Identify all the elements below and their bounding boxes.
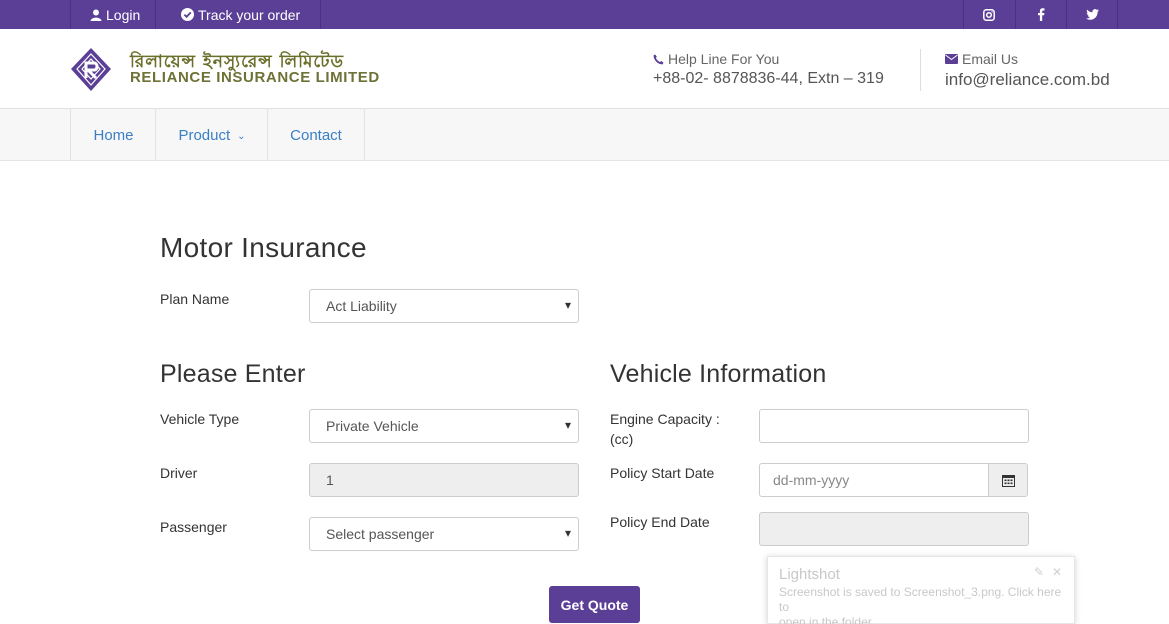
toast-message: Screenshot is saved to Screenshot_3.png.… bbox=[779, 585, 1062, 624]
nav-item-home[interactable]: Home bbox=[70, 109, 156, 161]
page-title: Motor Insurance bbox=[160, 232, 367, 263]
policy-end-date-label: Policy End Date bbox=[610, 514, 710, 530]
vehicle-information-heading: Vehicle Information bbox=[610, 360, 827, 388]
login-label: Login bbox=[106, 6, 141, 23]
passenger-label: Passenger bbox=[160, 519, 227, 535]
instagram-icon bbox=[983, 8, 995, 21]
policy-start-date-input[interactable]: dd-mm-yyyy bbox=[759, 463, 989, 497]
toast-actions: ✎ ✕ bbox=[1034, 565, 1062, 579]
facebook-icon bbox=[1038, 8, 1045, 21]
engine-capacity-label: Engine Capacity : (cc) bbox=[610, 411, 720, 447]
reliance-logo-icon[interactable] bbox=[70, 47, 112, 92]
engine-capacity-input[interactable] bbox=[759, 409, 1029, 443]
calendar-button[interactable] bbox=[988, 463, 1028, 497]
nav-item-contact[interactable]: Contact bbox=[267, 109, 365, 161]
plan-name-label: Plan Name bbox=[160, 291, 230, 307]
user-icon bbox=[90, 9, 102, 21]
header-divider bbox=[920, 49, 921, 91]
nav-item-product[interactable]: Product ⌄ bbox=[155, 109, 268, 161]
site-header: রিলায়েন্স ইনস্যুরেন্স লিমিটেড RELIANCE … bbox=[0, 29, 1169, 109]
vehicle-type-select[interactable]: Private Vehicle bbox=[309, 409, 579, 443]
phone-icon bbox=[653, 54, 664, 64]
helpline-number: +88-02- 8878836-44, Extn – 319 bbox=[653, 70, 884, 87]
twitter-link[interactable] bbox=[1066, 0, 1118, 29]
twitter-icon bbox=[1085, 9, 1099, 20]
driver-field[interactable]: 1 bbox=[309, 463, 579, 497]
instagram-link[interactable] bbox=[963, 0, 1014, 29]
policy-start-date-label: Policy Start Date bbox=[610, 465, 715, 481]
brand-name-english: RELIANCE INSURANCE LIMITED bbox=[130, 69, 380, 86]
email-label: Email Us bbox=[945, 51, 1018, 67]
main-nav: Home Product ⌄ Contact bbox=[0, 109, 1169, 161]
edit-icon[interactable]: ✎ bbox=[1034, 565, 1044, 579]
driver-label: Driver bbox=[160, 465, 198, 481]
plan-name-select[interactable]: Act Liability bbox=[309, 289, 579, 323]
passenger-select[interactable]: Select passenger bbox=[309, 517, 579, 551]
policy-end-date-field[interactable] bbox=[759, 512, 1029, 546]
close-icon[interactable]: ✕ bbox=[1052, 565, 1062, 579]
top-bar: Login Track your order bbox=[0, 0, 1169, 29]
vehicle-type-label: Vehicle Type bbox=[160, 411, 240, 427]
email-address[interactable]: info@reliance.com.bd bbox=[945, 70, 1110, 90]
please-enter-heading: Please Enter bbox=[160, 360, 306, 388]
facebook-link[interactable] bbox=[1015, 0, 1066, 29]
track-order-link[interactable]: Track your order bbox=[155, 0, 321, 29]
lightshot-notification[interactable]: Lightshot Screenshot is saved to Screens… bbox=[767, 556, 1075, 624]
envelope-icon bbox=[945, 54, 958, 64]
chevron-down-icon: ⌄ bbox=[237, 130, 246, 142]
login-link[interactable]: Login bbox=[70, 0, 155, 29]
calendar-icon bbox=[1001, 474, 1015, 487]
track-order-label: Track your order bbox=[198, 6, 301, 23]
get-quote-button[interactable]: Get Quote bbox=[549, 586, 640, 623]
helpline-label: Help Line For You bbox=[653, 51, 779, 67]
check-circle-icon bbox=[181, 8, 194, 21]
toast-title: Lightshot bbox=[779, 566, 840, 583]
